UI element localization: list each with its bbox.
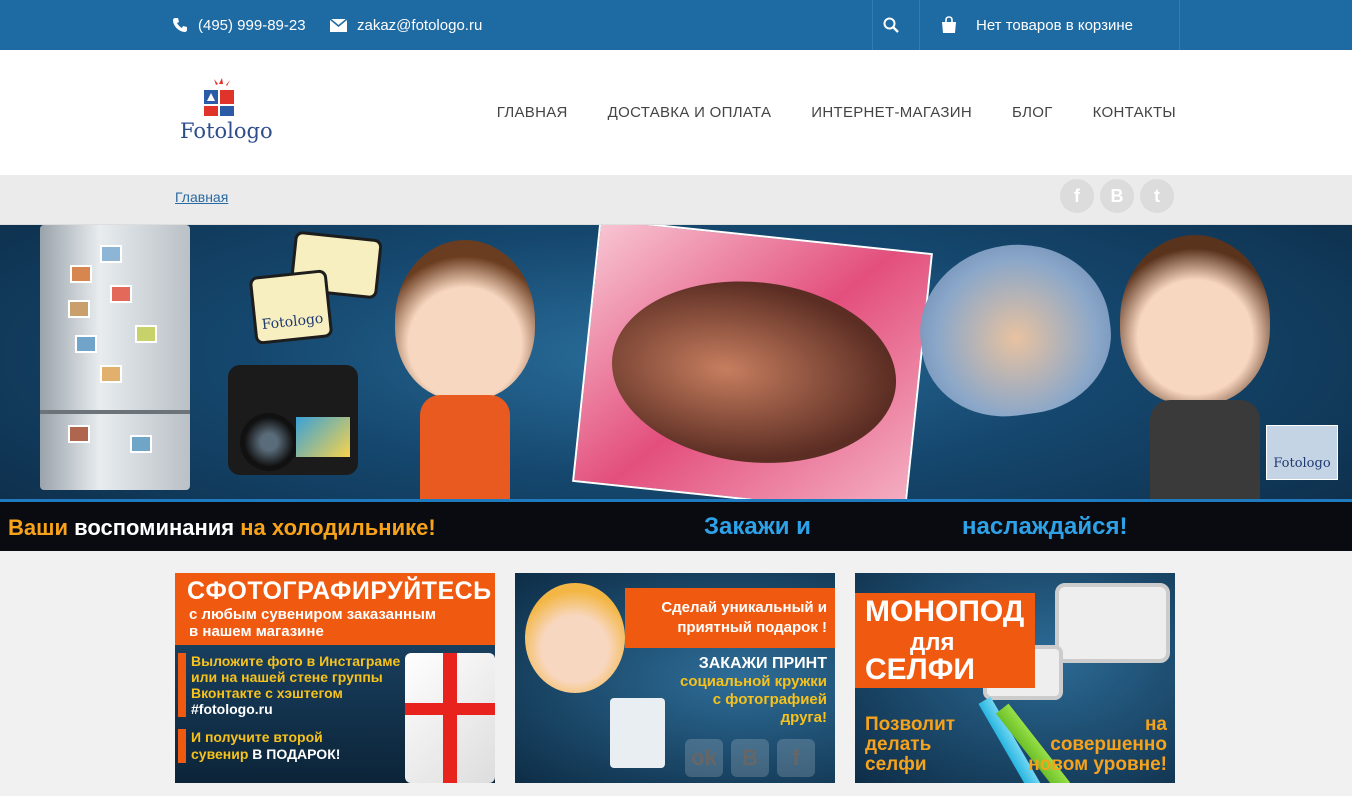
odnoklassniki-icon: ok xyxy=(685,739,723,777)
cart-button[interactable]: Нет товаров в корзине xyxy=(920,0,1180,50)
mug-illustration xyxy=(610,698,665,768)
breadcrumb-home[interactable]: Главная xyxy=(175,189,228,205)
woman-character xyxy=(1120,235,1270,405)
promo1-foot-line1: И получите второй xyxy=(191,729,323,745)
promo3-right-line3: новом уровне! xyxy=(1028,754,1167,775)
nav-blog[interactable]: БЛОГ xyxy=(1012,104,1053,121)
promo3-right-text: на совершенно новом уровне! xyxy=(1028,715,1167,775)
promo2-banner-line2: приятный подарок ! xyxy=(677,619,827,636)
promo1-subtitle-line2: в нашем магазине xyxy=(189,623,324,640)
promo3-left-line3: селфи xyxy=(865,754,927,775)
puzzle-photo xyxy=(572,225,933,517)
promo2-line4: друга! xyxy=(780,709,827,726)
logo-text: Fotologo xyxy=(180,119,273,143)
promo-social-mug[interactable]: Сделай уникальный и приятный подарок ! З… xyxy=(515,573,835,783)
magnet-card-front: Fotologo xyxy=(248,269,334,345)
vkontakte-icon[interactable]: B xyxy=(1100,179,1134,213)
promo1-subtitle: с любым сувениром заказанным в нашем маг… xyxy=(189,606,436,640)
nav-contacts[interactable]: КОНТАКТЫ xyxy=(1093,104,1176,121)
gift-box-illustration xyxy=(405,653,495,783)
promo-selfie-stick[interactable]: МОНОПОД для СЕЛФИ Позволит делать селфи … xyxy=(855,573,1175,783)
girl-character xyxy=(525,583,625,693)
promo1-body-line2: или на нашей стене группы xyxy=(191,669,383,685)
promo1-subtitle-line1: с любым сувениром заказанным xyxy=(189,606,436,623)
promo2-banner-line1: Сделай уникальный и xyxy=(661,599,827,616)
hero-caption-left: Ваши воспоминания на холодильнике! xyxy=(8,515,436,541)
promo3-header: МОНОПОД для СЕЛФИ xyxy=(855,593,1035,688)
promo-selfie-contest[interactable]: СФОТОГРАФИРУЙТЕСЬ с любым сувениром зака… xyxy=(175,573,495,783)
email-contact[interactable]: zakaz@fotologo.ru xyxy=(330,0,482,50)
promo3-right-line1: на xyxy=(1144,714,1167,735)
promo2-banner: Сделай уникальный и приятный подарок ! xyxy=(625,588,835,648)
promo1-body: Выложите фото в Инстаграме или на нашей … xyxy=(178,653,408,717)
phone-contact[interactable]: (495) 999-89-23 xyxy=(172,0,306,50)
email-address: zakaz@fotologo.ru xyxy=(357,16,483,34)
promo1-title: СФОТОГРАФИРУЙТЕСЬ xyxy=(187,577,492,605)
promo2-text: ЗАКАЖИ ПРИНТ социальной кружки с фотогра… xyxy=(680,655,827,727)
badge-logo-text: Fotologo xyxy=(1273,456,1331,471)
promo3-right-line2: совершенно xyxy=(1050,734,1167,755)
promo1-foot-word: сувенир xyxy=(191,746,249,762)
nav-delivery[interactable]: ДОСТАВКА И ОПЛАТА xyxy=(608,104,772,121)
breadcrumb-bar: Главная f B t xyxy=(0,175,1352,225)
hero-logo-badge: Fotologo xyxy=(1266,425,1338,480)
promo1-hashtag: #fotologo.ru xyxy=(191,701,273,717)
promo3-title-line1: МОНОПОД xyxy=(865,595,1025,628)
promo2-line1: ЗАКАЖИ ПРИНТ xyxy=(698,655,827,672)
hero-banner[interactable]: Fotologo Fotologo Ваши воспоминания на х… xyxy=(0,225,1352,551)
cart-status: Нет товаров в корзине xyxy=(976,16,1133,34)
vkontakte-icon: B xyxy=(731,739,769,777)
card-logo-text: Fotologo xyxy=(261,310,325,334)
camera-illustration xyxy=(228,365,358,475)
nav-shop[interactable]: ИНТЕРНЕТ-МАГАЗИН xyxy=(811,104,972,121)
promo1-body-line1: Выложите фото в Инстаграме xyxy=(191,653,401,669)
boy-character xyxy=(395,240,535,400)
fridge-illustration xyxy=(40,225,190,490)
search-icon xyxy=(883,17,899,33)
smartphone-illustration xyxy=(1055,583,1170,663)
promo2-line3: с фотографией xyxy=(712,691,827,708)
phone-number: (495) 999-89-23 xyxy=(198,16,306,34)
promo1-foot-gift: В ПОДАРОК! xyxy=(252,746,341,762)
shopping-bag-icon xyxy=(942,16,956,33)
envelope-icon xyxy=(330,18,347,32)
promo1-body-line3: Вконтакте с хэштегом xyxy=(191,685,343,701)
facebook-icon[interactable]: f xyxy=(1060,179,1094,213)
promo3-title-line3: СЕЛФИ xyxy=(865,653,975,686)
top-bar: (495) 999-89-23 zakaz@fotologo.ru Нет то… xyxy=(0,0,1352,50)
heart-puzzle-photo xyxy=(909,232,1121,428)
promo1-footer: И получите второй сувенир В ПОДАРОК! xyxy=(178,729,340,763)
caption-word-3: на холодильнике! xyxy=(240,515,436,540)
site-header: Fotologo ГЛАВНАЯ ДОСТАВКА И ОПЛАТА ИНТЕР… xyxy=(0,50,1352,175)
promo1-header: СФОТОГРАФИРУЙТЕСЬ с любым сувениром зака… xyxy=(175,573,495,645)
hero-caption-right: наслаждайся! xyxy=(962,513,1128,540)
promo2-social-icons: ok B f xyxy=(685,739,815,777)
caption-word-1: Ваши xyxy=(8,515,68,540)
promo3-left-line2: делать xyxy=(865,734,932,755)
promo2-line2: социальной кружки xyxy=(679,673,827,690)
hero-caption-mid: Закажи и xyxy=(704,513,811,540)
search-button[interactable] xyxy=(872,0,920,50)
promo3-left-text: Позволит делать селфи xyxy=(865,715,955,775)
main-nav: ГЛАВНАЯ ДОСТАВКА И ОПЛАТА ИНТЕРНЕТ-МАГАЗ… xyxy=(497,50,1176,175)
hero-caption-strip: Ваши воспоминания на холодильнике! Закаж… xyxy=(0,499,1352,551)
promo3-left-line1: Позволит xyxy=(865,714,956,735)
caption-word-2: воспоминания xyxy=(74,515,235,540)
nav-home[interactable]: ГЛАВНАЯ xyxy=(497,104,568,121)
facebook-icon: f xyxy=(777,739,815,777)
social-links: f B t xyxy=(1060,179,1174,213)
twitter-icon[interactable]: t xyxy=(1140,179,1174,213)
phone-icon xyxy=(173,18,187,32)
